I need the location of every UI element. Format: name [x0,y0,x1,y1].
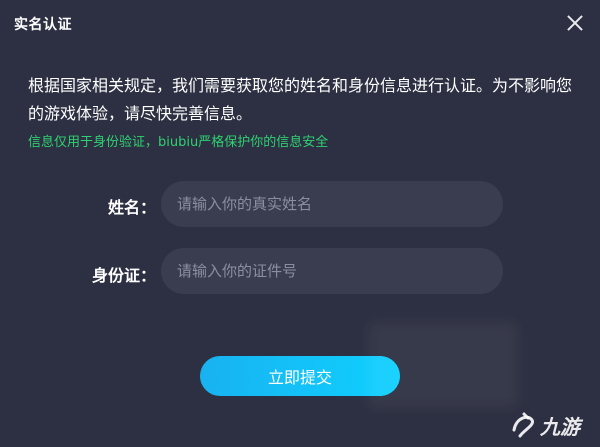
jiuyou-logo-watermark: 九游 [512,412,584,439]
description-text: 根据国家相关规定，我们需要获取您的姓名和身份信息进行认证。为不影响您的游戏体验，… [28,76,573,123]
id-number-input[interactable] [161,248,503,294]
id-label: 身份证： [91,266,156,285]
close-icon[interactable] [562,10,588,36]
name-label: 姓名： [107,198,156,217]
privacy-notice: 信息仅用于身份验证，biubiu严格保护你的信息安全 [28,135,329,150]
real-name-dialog: 实名认证 根据国家相关规定，我们需要获取您的姓名和身份信息进行认证。为不影响您的… [0,0,600,447]
name-input[interactable] [161,181,503,227]
watermark-text: 九游 [539,415,584,439]
blurred-watermark [368,322,518,408]
dialog-title: 实名认证 [14,17,72,33]
